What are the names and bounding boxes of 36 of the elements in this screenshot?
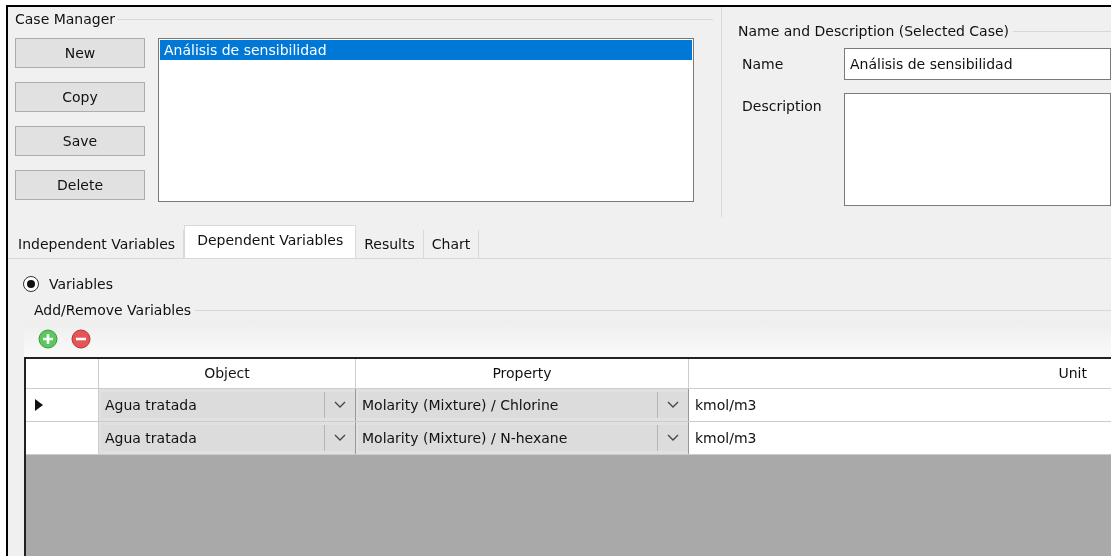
chevron-down-icon (334, 401, 346, 409)
dropdown-cell[interactable]: Molarity (Mixture) / N-hexane (358, 425, 658, 451)
dropdown-button[interactable] (658, 392, 688, 418)
dropdown-button[interactable] (325, 392, 355, 418)
case-button[interactable]: New (15, 38, 145, 68)
case-button[interactable]: Copy (15, 82, 145, 112)
add-icon[interactable] (38, 329, 58, 349)
unit-cell-text: kmol/m3 (694, 395, 758, 415)
column-header: Property (356, 359, 689, 388)
case-button[interactable]: Save (15, 126, 145, 156)
chevron-down-icon (334, 434, 346, 442)
chevron-down-icon (667, 401, 679, 409)
case-list-item[interactable]: Análisis de sensibilidad (160, 40, 692, 60)
current-row-icon (35, 399, 43, 411)
tab[interactable]: Dependent Variables (184, 225, 357, 258)
unit-cell-text: kmol/m3 (694, 428, 758, 448)
field-label: Name (741, 54, 785, 74)
case-list[interactable]: Análisis de sensibilidad (158, 38, 694, 202)
chevron-down-icon (667, 434, 679, 442)
group-title: Name and Description (Selected Case) (738, 22, 1010, 41)
column-header: Unit (1057, 364, 1088, 383)
description-field[interactable] (844, 93, 1111, 206)
dropdown-cell[interactable]: Molarity (Mixture) / Chlorine (358, 392, 658, 418)
group-title: Add/Remove Variables (34, 300, 192, 320)
remove-icon[interactable] (71, 329, 91, 349)
dropdown-cell[interactable]: Agua tratada (101, 392, 325, 418)
dropdown-cell[interactable]: Agua tratada (101, 425, 325, 451)
name-field[interactable]: Análisis de sensibilidad (844, 48, 1111, 80)
group-title: Case Manager (15, 10, 116, 29)
column-header: Object (99, 359, 356, 388)
radio-button[interactable] (23, 276, 39, 292)
case-button[interactable]: Delete (15, 170, 145, 200)
radio-label: Variables (49, 274, 113, 294)
field-label: Description (741, 97, 823, 116)
dropdown-button[interactable] (325, 425, 355, 451)
dropdown-button[interactable] (658, 425, 688, 451)
